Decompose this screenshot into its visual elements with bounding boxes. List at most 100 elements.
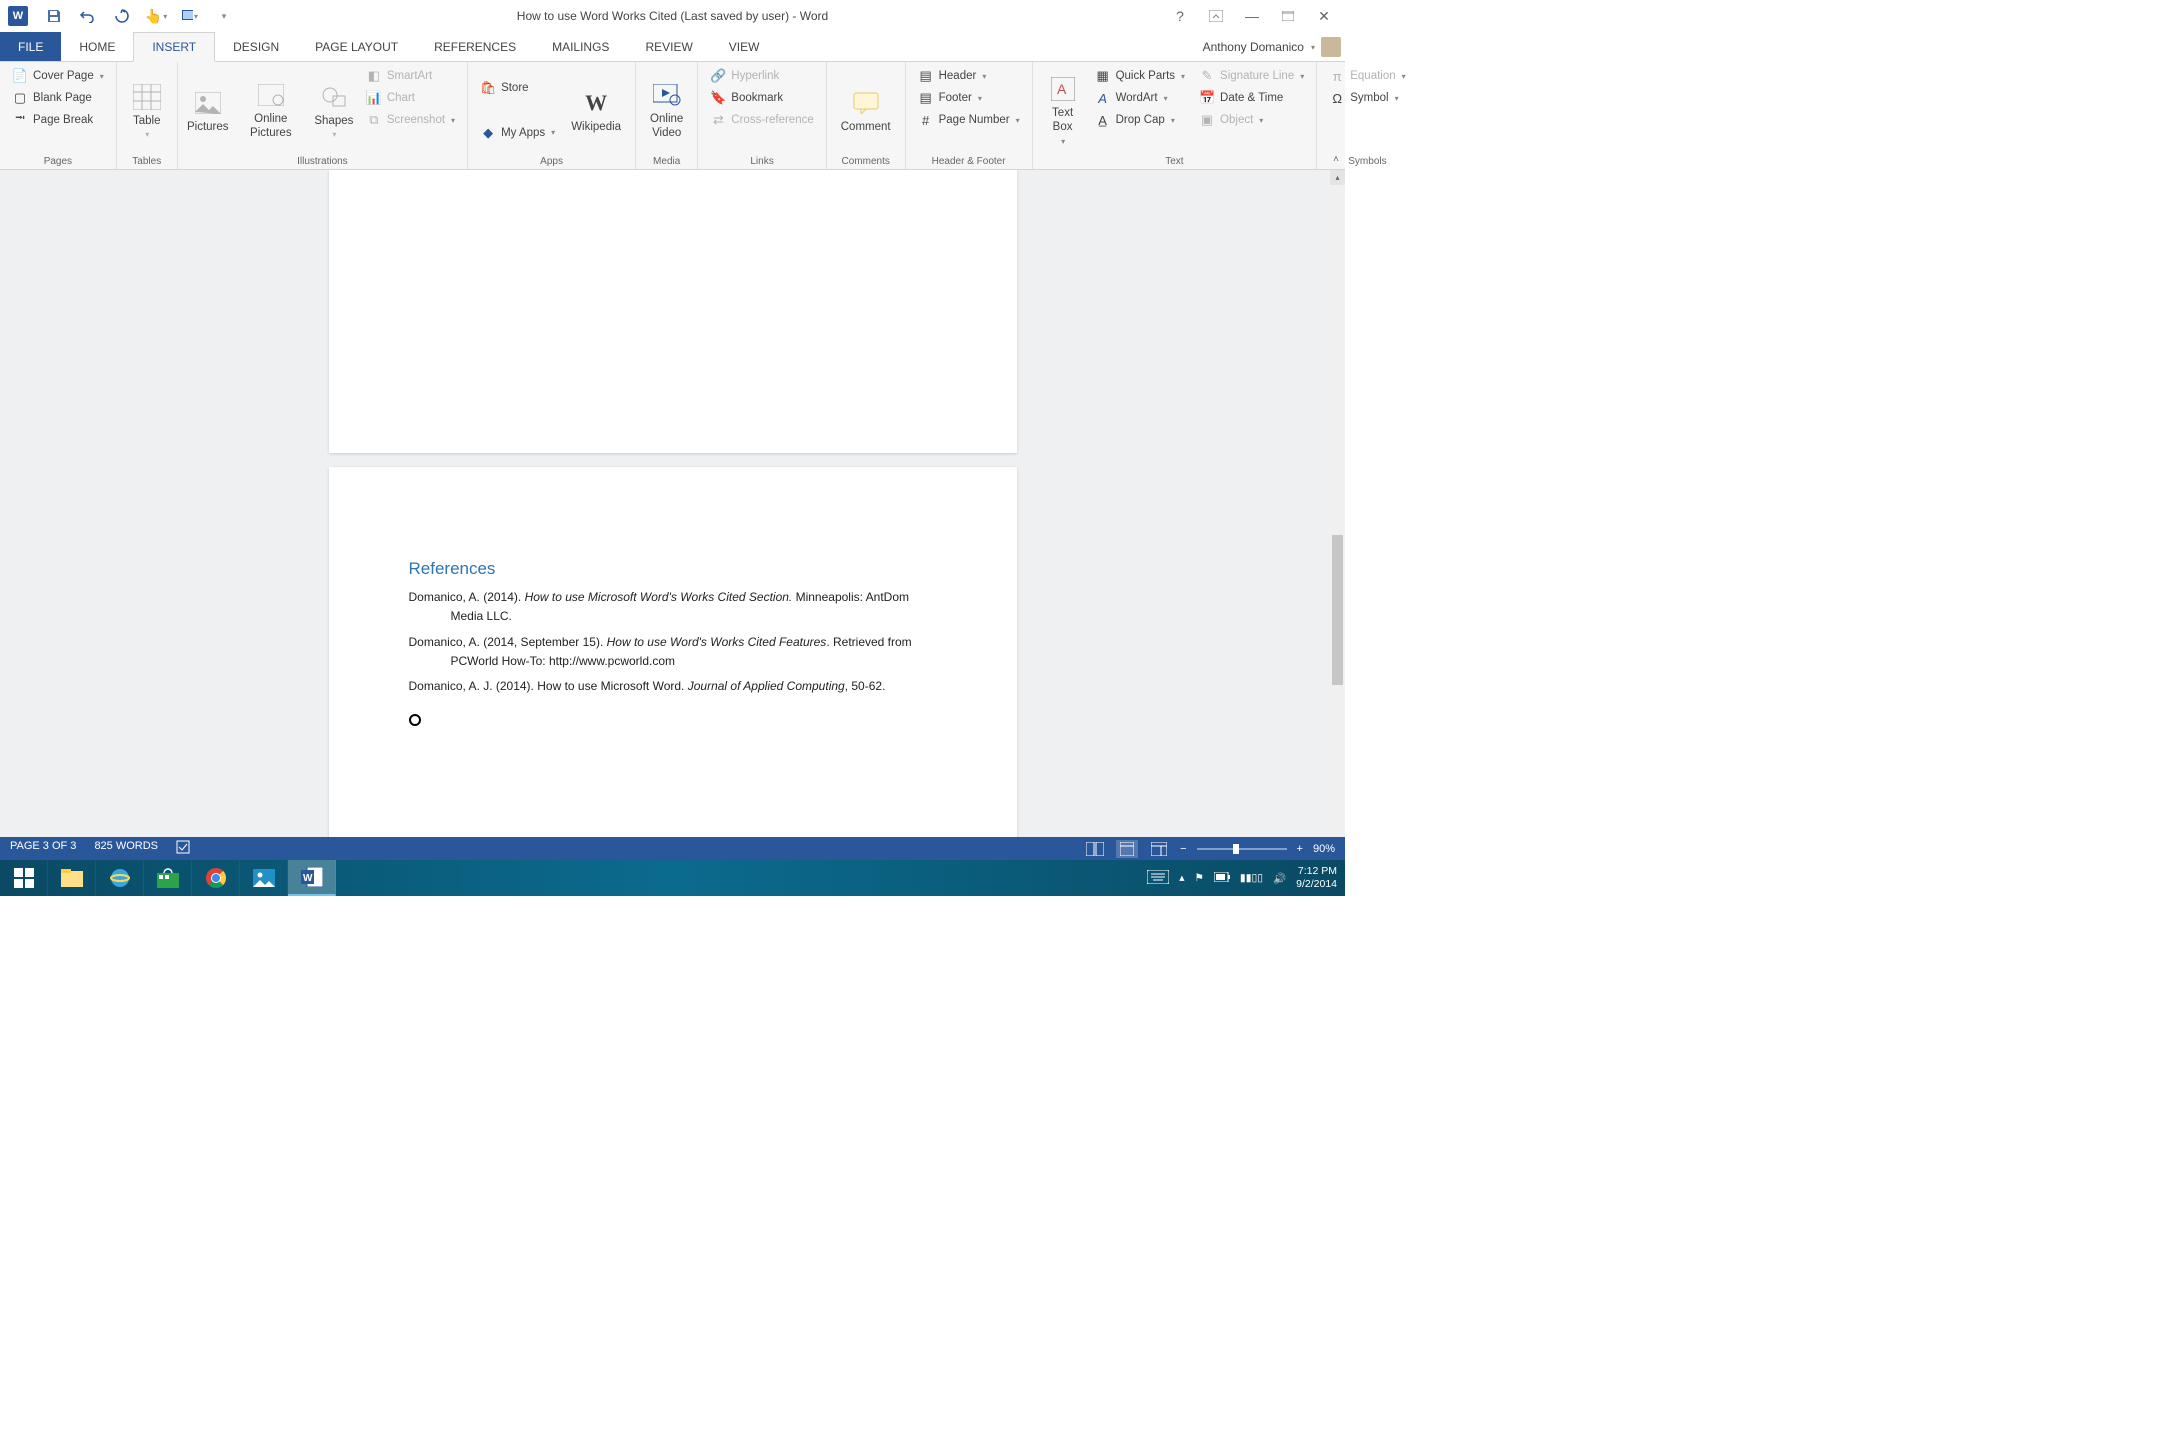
- drop-cap-button[interactable]: A̲Drop Cap▾: [1091, 110, 1189, 130]
- volume-icon[interactable]: 🔊: [1273, 872, 1286, 885]
- signature-line-button[interactable]: ✎Signature Line▾: [1195, 66, 1308, 86]
- comment-button[interactable]: Comment: [835, 66, 897, 154]
- group-symbols: πEquation▾ ΩSymbol▾ Symbols: [1317, 62, 1417, 169]
- svg-text:A: A: [1057, 81, 1067, 97]
- wifi-icon[interactable]: ▮▮▯▯: [1240, 872, 1263, 884]
- tab-view[interactable]: VIEW: [711, 32, 778, 61]
- document-area[interactable]: References Domanico, A. (2014). How to u…: [0, 170, 1345, 860]
- tab-design[interactable]: DESIGN: [215, 32, 297, 61]
- file-explorer-icon[interactable]: [48, 860, 96, 896]
- collapse-ribbon-icon[interactable]: ˄: [1333, 154, 1339, 165]
- tab-file[interactable]: FILE: [0, 32, 61, 61]
- symbol-button[interactable]: ΩSymbol▾: [1325, 88, 1409, 108]
- touch-mode-icon[interactable]: 👆▾: [148, 8, 164, 24]
- table-button[interactable]: Table▾: [125, 66, 169, 154]
- proofing-icon[interactable]: [176, 840, 192, 857]
- window-controls: ? — ✕: [1171, 7, 1345, 25]
- bookmark-button[interactable]: 🔖Bookmark: [706, 88, 817, 108]
- keyboard-icon[interactable]: [1147, 870, 1169, 887]
- photos-icon[interactable]: [240, 860, 288, 896]
- tab-page-layout[interactable]: PAGE LAYOUT: [297, 32, 416, 61]
- clock[interactable]: 7:12 PM9/2/2014: [1296, 865, 1337, 890]
- tab-references[interactable]: REFERENCES: [416, 32, 534, 61]
- cross-reference-button[interactable]: ⇄Cross-reference: [706, 110, 817, 130]
- cover-page-button[interactable]: 📄Cover Page▾: [8, 66, 108, 86]
- tray-up-icon[interactable]: ▴: [1179, 872, 1184, 884]
- screenshot-button[interactable]: ⧉Screenshot▾: [362, 110, 459, 130]
- zoom-out-icon[interactable]: −: [1180, 843, 1186, 855]
- zoom-level[interactable]: 90%: [1313, 843, 1335, 855]
- customize-qat-icon[interactable]: ▾: [216, 8, 232, 24]
- print-layout-icon[interactable]: [1116, 840, 1138, 858]
- equation-button[interactable]: πEquation▾: [1325, 66, 1409, 86]
- comment-icon: [851, 88, 881, 118]
- save-icon[interactable]: [46, 8, 62, 24]
- user-account[interactable]: Anthony Domanico▾: [1203, 32, 1341, 62]
- zoom-in-icon[interactable]: +: [1297, 843, 1303, 855]
- ie-icon[interactable]: [96, 860, 144, 896]
- battery-icon[interactable]: [1214, 872, 1230, 885]
- reference-entry: Domanico, A. (2014, September 15). How t…: [409, 633, 937, 671]
- page-previous[interactable]: [329, 170, 1017, 453]
- word-logo-icon: W: [8, 6, 28, 26]
- tab-review[interactable]: REVIEW: [627, 32, 710, 61]
- display-icon[interactable]: ▾: [182, 8, 198, 24]
- titlebar: W 👆▾ ▾ ▾ How to use Word Works Cited (La…: [0, 0, 1345, 32]
- header-button[interactable]: ▤Header▾: [914, 66, 1024, 86]
- blank-page-button[interactable]: ▢Blank Page: [8, 88, 108, 108]
- undo-icon[interactable]: [80, 8, 96, 24]
- tab-mailings[interactable]: MAILINGS: [534, 32, 627, 61]
- date-time-button[interactable]: 📅Date & Time: [1195, 88, 1308, 108]
- store-taskbar-icon[interactable]: [144, 860, 192, 896]
- wordart-button[interactable]: AWordArt▾: [1091, 88, 1189, 108]
- apps-icon: ◆: [480, 125, 496, 141]
- close-icon[interactable]: ✕: [1315, 7, 1333, 25]
- zoom-slider[interactable]: [1197, 848, 1287, 850]
- pictures-icon: [193, 88, 223, 118]
- scroll-up-icon[interactable]: ▴: [1330, 170, 1345, 185]
- footer-icon: ▤: [918, 90, 934, 106]
- page-number-button[interactable]: #Page Number▾: [914, 110, 1024, 130]
- read-mode-icon[interactable]: [1084, 840, 1106, 858]
- start-button[interactable]: [0, 860, 48, 896]
- chrome-icon[interactable]: [192, 860, 240, 896]
- page-break-button[interactable]: ⭲Page Break: [8, 110, 108, 130]
- wikipedia-icon: W: [581, 88, 611, 118]
- reference-entry: Domanico, A. J. (2014). How to use Micro…: [409, 677, 937, 696]
- tab-insert[interactable]: INSERT: [133, 32, 215, 62]
- chart-button[interactable]: 📊Chart: [362, 88, 459, 108]
- datetime-icon: 📅: [1199, 90, 1215, 106]
- page-current[interactable]: References Domanico, A. (2014). How to u…: [329, 467, 1017, 840]
- word-taskbar-icon[interactable]: W: [288, 860, 336, 896]
- redo-icon[interactable]: [114, 8, 130, 24]
- ribbon-display-icon[interactable]: [1207, 7, 1225, 25]
- web-layout-icon[interactable]: [1148, 840, 1170, 858]
- quick-parts-button[interactable]: ▦Quick Parts▾: [1091, 66, 1189, 86]
- hyperlink-button[interactable]: 🔗Hyperlink: [706, 66, 817, 86]
- online-video-button[interactable]: Online Video: [644, 66, 689, 154]
- shapes-button[interactable]: Shapes▾: [312, 66, 356, 154]
- online-pictures-button[interactable]: Online Pictures: [236, 66, 306, 154]
- scroll-thumb[interactable]: [1332, 535, 1343, 685]
- quick-access-toolbar: W 👆▾ ▾ ▾: [0, 6, 232, 26]
- vertical-scrollbar[interactable]: ▴ ▾: [1330, 170, 1345, 860]
- blank-page-icon: ▢: [12, 90, 28, 106]
- page-indicator[interactable]: PAGE 3 OF 3: [10, 840, 76, 857]
- my-apps-button[interactable]: ◆My Apps▾: [476, 123, 559, 143]
- smartart-button[interactable]: ◧SmartArt: [362, 66, 459, 86]
- tab-home[interactable]: HOME: [61, 32, 133, 61]
- wikipedia-button[interactable]: WWikipedia: [565, 66, 627, 154]
- minimize-icon[interactable]: —: [1243, 7, 1261, 25]
- screenshot-icon: ⧉: [366, 112, 382, 128]
- word-count[interactable]: 825 WORDS: [94, 840, 158, 857]
- maximize-icon[interactable]: [1279, 7, 1297, 25]
- action-center-icon[interactable]: ⚑: [1195, 872, 1204, 884]
- store-button[interactable]: 🛍Store: [476, 78, 559, 98]
- svg-text:W: W: [303, 873, 313, 884]
- help-icon[interactable]: ?: [1171, 7, 1189, 25]
- text-box-button[interactable]: AText Box▾: [1041, 66, 1085, 154]
- object-button[interactable]: ▣Object▾: [1195, 110, 1308, 130]
- table-icon: [132, 82, 162, 112]
- pictures-button[interactable]: Pictures: [186, 66, 230, 154]
- footer-button[interactable]: ▤Footer▾: [914, 88, 1024, 108]
